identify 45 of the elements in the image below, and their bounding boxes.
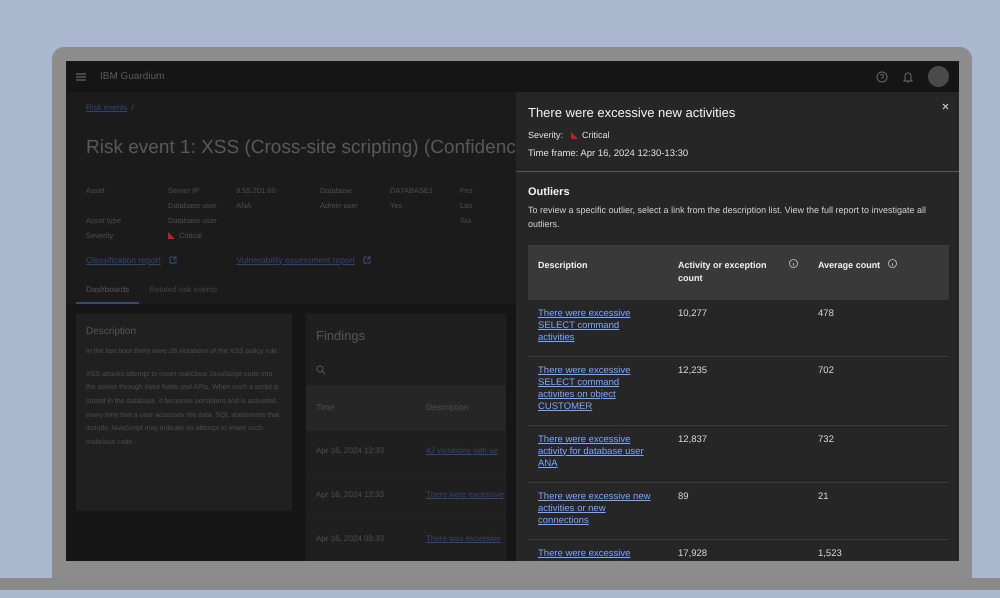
table-cell: 89 xyxy=(678,490,689,502)
column-header: Activity or exception count xyxy=(678,258,768,286)
report-link[interactable]: Classification report xyxy=(86,254,161,266)
table-cell: 702 xyxy=(818,364,834,376)
table-cell: 1,523 xyxy=(818,548,842,559)
table-cell: 732 xyxy=(818,434,834,445)
external-link-icon xyxy=(362,256,371,264)
outlier-link[interactable]: There were excessive new activities or new connections xyxy=(538,490,653,527)
breadcrumb-link[interactable]: Risk events xyxy=(86,102,128,114)
page-title: Risk event 1: XSS (Cross-site scripting) (Confidenc xyxy=(86,136,516,160)
column-header: Average count xyxy=(818,258,880,272)
table-cell: 12,837 xyxy=(678,434,708,445)
table-cell: 17,928 xyxy=(678,548,708,559)
bell-icon[interactable] xyxy=(902,70,914,82)
panel-title: There were excessive new activities xyxy=(528,104,736,122)
menu-icon[interactable] xyxy=(76,72,86,80)
finding-link[interactable]: There were excessive xyxy=(416,489,504,502)
product-name: IBM Guardium xyxy=(100,70,164,84)
table-cell: 12,235 xyxy=(678,364,708,376)
table-cell: 21 xyxy=(818,490,829,502)
info-icon xyxy=(789,258,798,268)
help-icon[interactable] xyxy=(876,70,888,82)
breadcrumb-separator: / xyxy=(131,102,134,114)
finding-link[interactable]: There was excessive xyxy=(416,533,501,546)
column-header: Description xyxy=(538,258,588,272)
finding-link[interactable]: 42 violations with se xyxy=(416,445,498,458)
outlier-link[interactable]: There were excessive SELECT command activities on object CUSTOMER xyxy=(538,364,653,413)
avatar-icon[interactable] xyxy=(928,66,949,87)
severity-value: Critical xyxy=(582,128,610,142)
close-icon[interactable] xyxy=(942,103,949,110)
table-cell: 478 xyxy=(818,308,834,319)
intro-text: To review a specific outlier, select a link from the description list. View the full report to investigate all outliers. xyxy=(527,204,928,231)
critical-icon xyxy=(168,232,175,240)
external-link-icon xyxy=(168,256,177,264)
time-frame: Time frame: Apr 16, 2024 12:30-13:30 xyxy=(516,142,959,172)
table-cell: 10,277 xyxy=(678,308,708,319)
outlier-link[interactable]: There were excessive xyxy=(538,548,653,560)
info-icon xyxy=(888,258,898,268)
critical-icon xyxy=(571,132,578,139)
report-link[interactable]: Vulnerability assessment report xyxy=(236,254,355,266)
section-title: Outliers xyxy=(527,185,571,200)
outlier-link[interactable]: There were excessive activity for database user ANA xyxy=(538,434,653,470)
severity-label: Severity: xyxy=(528,128,564,142)
outlier-link[interactable]: There were excessive SELECT command activities xyxy=(538,308,653,344)
search-icon xyxy=(316,364,326,375)
